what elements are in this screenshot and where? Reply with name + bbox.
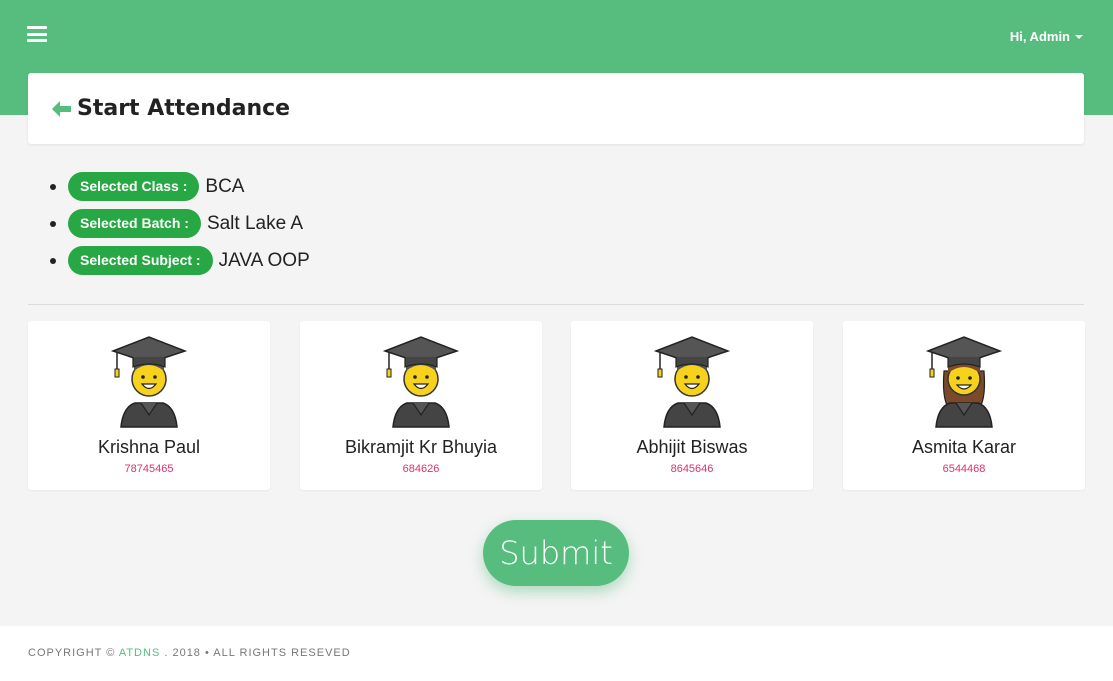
- student-name: Bikramjit Kr Bhuyia: [344, 437, 498, 457]
- male-student-icon: [654, 336, 730, 428]
- male-student-icon: [383, 336, 459, 428]
- student-card[interactable]: Abhijit Biswas 8645646: [571, 321, 813, 490]
- selected-class-badge: Selected Class :: [68, 172, 200, 201]
- selection-list: Selected Class : BCA Selected Batch : Sa…: [50, 168, 310, 279]
- caret-down-icon: [1075, 34, 1083, 39]
- bullet: [50, 257, 56, 264]
- selected-subject-badge: Selected Subject :: [68, 246, 213, 275]
- hamburger-menu-icon[interactable]: [27, 26, 47, 42]
- copyright-suffix: . 2018 • ALL RIGHTS RESEVED: [164, 647, 351, 659]
- bullet: [50, 220, 56, 227]
- footer: COPYRIGHT © ATDNS . 2018 • ALL RIGHTS RE…: [0, 626, 1113, 681]
- selected-batch-badge: Selected Batch :: [68, 209, 201, 238]
- student-name: Krishna Paul: [97, 437, 201, 457]
- brand-link[interactable]: ATDNS: [119, 647, 160, 659]
- male-student-icon: [111, 336, 187, 428]
- student-name: Abhijit Biswas: [636, 437, 748, 457]
- user-greeting: Hi, Admin: [1009, 29, 1070, 44]
- student-card[interactable]: Bikramjit Kr Bhuyia 684626: [300, 321, 542, 490]
- student-id: 6544468: [942, 463, 986, 475]
- submit-button[interactable]: Submit: [483, 520, 629, 586]
- footer-copyright: COPYRIGHT © ATDNS . 2018 • ALL RIGHTS RE…: [28, 647, 351, 659]
- selected-batch-item: Selected Batch : Salt Lake A: [50, 205, 310, 242]
- selected-subject-item: Selected Subject : JAVA OOP: [50, 242, 310, 279]
- student-name: Asmita Karar: [911, 437, 1017, 457]
- copyright-prefix: COPYRIGHT ©: [28, 647, 116, 659]
- student-card[interactable]: Asmita Karar 6544468: [843, 321, 1085, 490]
- student-card[interactable]: Krishna Paul 78745465: [28, 321, 270, 490]
- selected-batch-value: Salt Lake A: [206, 212, 304, 234]
- student-id: 684626: [402, 463, 440, 475]
- bullet: [50, 183, 56, 190]
- student-id: 78745465: [124, 463, 174, 475]
- page-title: Start Attendance: [77, 96, 291, 121]
- student-id: 8645646: [670, 463, 714, 475]
- selected-class-value: BCA: [205, 175, 245, 197]
- arrow-left-icon[interactable]: [52, 100, 71, 117]
- selected-class-item: Selected Class : BCA: [50, 168, 310, 205]
- selected-subject-value: JAVA OOP: [218, 249, 310, 271]
- page-header-card: Start Attendance: [28, 73, 1084, 144]
- divider: [28, 304, 1084, 305]
- female-student-icon: [926, 336, 1002, 428]
- user-menu-dropdown[interactable]: Hi, Admin: [1010, 29, 1083, 44]
